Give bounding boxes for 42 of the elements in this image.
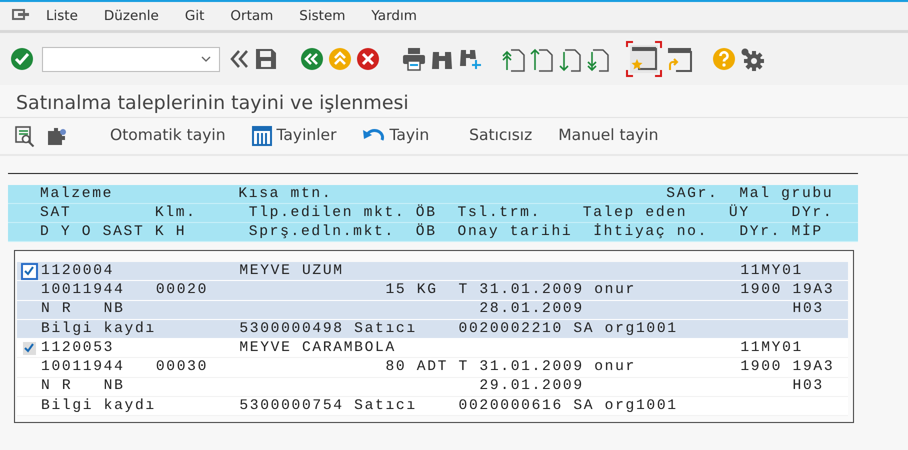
column-headings: Malzeme Kısa mtn. SAGr. Mal grubu	[8, 185, 858, 204]
menu-item[interactable]: Git	[174, 6, 214, 26]
double-chevron-icon[interactable]	[228, 48, 250, 70]
toolbar-button[interactable]: Satıcısız	[461, 122, 540, 150]
cancel-icon[interactable]	[356, 47, 380, 71]
check-icon[interactable]	[10, 47, 34, 71]
list-line: Bilgi kaydı 5300000754 Satıcı 0020000616 SA org1001	[41, 396, 678, 416]
menu-item[interactable]: Liste	[36, 6, 88, 26]
list-line: 10011944 00030 80 ADT T 31.01.2009 onur 1900 19A3	[41, 358, 834, 378]
list-magnifier-icon[interactable]	[14, 125, 36, 147]
window-arrow-icon[interactable]	[666, 46, 692, 72]
window-star-icon[interactable]	[626, 41, 662, 77]
column-headings: SAT Klm. Tlp.edilen mkt. ÖB Tsl.trm. Talep eden ÜY DYr.	[8, 204, 858, 223]
checkbox[interactable]	[22, 264, 36, 278]
list-line: Bilgi kaydı 5300000498 Satıcı 0020002210 SA org1001	[41, 320, 678, 339]
toolbar-button[interactable]: Tayinler	[244, 122, 344, 150]
checkbox[interactable]	[22, 342, 36, 355]
menu-item[interactable]: Düzenle	[94, 6, 169, 26]
toolbar-button[interactable]: Manuel tayin	[550, 122, 666, 150]
page-title: Satınalma taleplerinin tayini ve işlenmesi	[0, 85, 908, 118]
menu-icon[interactable]	[12, 9, 30, 23]
menu-item[interactable]: Yardım	[361, 6, 427, 26]
print-icon[interactable]	[402, 47, 426, 71]
toolbar-button[interactable]: Tayin	[354, 122, 438, 150]
column-headings: D Y O SAST K H Sprş.edln.mkt. ÖB Onay tarihi İhtiyaç no. DYr. MİP	[8, 223, 858, 242]
menu-item[interactable]: Ortam	[220, 6, 284, 26]
menu-item[interactable]: Sistem	[289, 6, 356, 26]
puzzle-icon[interactable]	[46, 125, 68, 147]
list-line: 10011944 00020 15 KG T 31.01.2009 onur 1900 19A3	[41, 280, 834, 300]
binoculars-plus-icon[interactable]	[458, 47, 482, 71]
save-icon[interactable]	[254, 47, 278, 71]
command-field[interactable]	[42, 46, 220, 72]
back-icon[interactable]	[300, 47, 324, 71]
previous-page-icon[interactable]	[530, 46, 554, 72]
dropdown-caret-icon[interactable]	[201, 56, 211, 62]
toolbar-button[interactable]: Otomatik tayin	[102, 122, 234, 150]
list-line: N R NB 28.01.2009 H03	[41, 300, 824, 320]
settings-icon[interactable]	[740, 47, 764, 71]
list-line: 1120004 MEYVE UZUM 11MY01	[41, 262, 803, 281]
list-line: 1120053 MEYVE CARAMBOLA 11MY01	[41, 338, 803, 358]
table-icon	[252, 126, 272, 146]
list-line: N R NB 29.01.2009 H03	[41, 377, 824, 396]
